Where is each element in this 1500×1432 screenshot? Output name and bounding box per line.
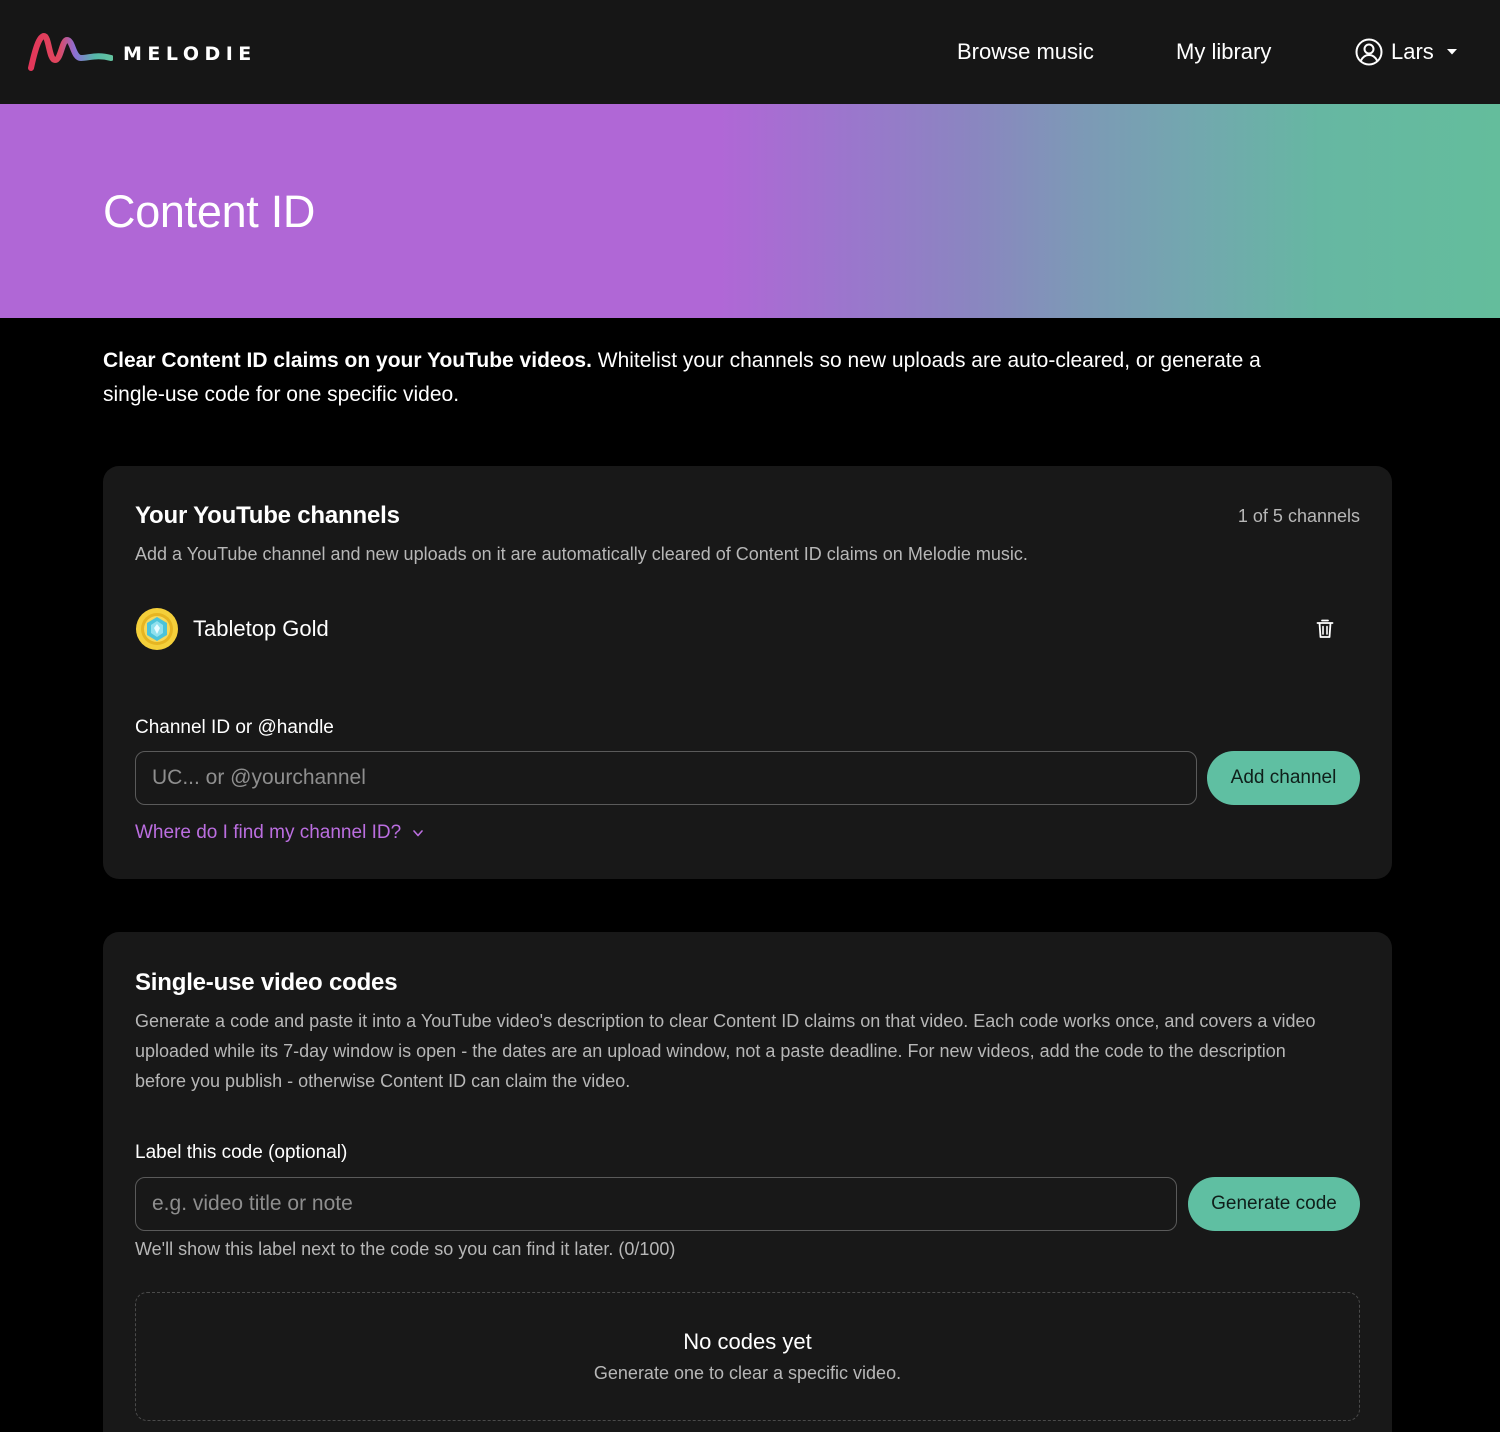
video-codes-card: Single-use video codes Generate a code a… <box>103 932 1392 1432</box>
caret-down-icon <box>1446 49 1457 55</box>
channel-id-label: Channel ID or @handle <box>135 717 334 738</box>
brand-name: MELODIE <box>123 42 257 65</box>
tabletop-gold-avatar-icon <box>136 608 178 650</box>
user-menu[interactable]: Lars <box>1355 36 1458 68</box>
generate-code-button[interactable]: Generate code <box>1188 1177 1360 1231</box>
melodie-logo-icon <box>28 33 113 71</box>
intro-strong: Clear Content ID claims on your YouTube … <box>103 349 592 372</box>
page-title: Content ID <box>103 186 316 237</box>
user-name: Lars <box>1391 39 1434 64</box>
intro-text: Clear Content ID claims on your YouTube … <box>103 344 1303 412</box>
top-nav: MELODIE Browse music My library Lars <box>0 0 1500 104</box>
channel-name: Tabletop Gold <box>193 616 329 641</box>
empty-state-subtitle: Generate one to clear a specific video. <box>593 1363 902 1383</box>
delete-channel-button[interactable] <box>1312 616 1338 642</box>
code-label-hint: We'll show this label next to the code s… <box>135 1239 676 1259</box>
code-label-label: Label this code (optional) <box>135 1142 348 1163</box>
hero-banner: Content ID <box>0 104 1500 318</box>
channels-description: Add a YouTube channel and new uploads on… <box>135 544 1028 564</box>
add-channel-button[interactable]: Add channel <box>1207 751 1360 805</box>
empty-state-title: No codes yet <box>683 1329 812 1354</box>
help-link-label: Where do I find my channel ID? <box>135 822 402 843</box>
trash-icon <box>1316 619 1334 638</box>
chevron-down-icon <box>413 829 423 836</box>
channels-title: Your YouTube channels <box>135 502 400 529</box>
channel-id-help-link[interactable]: Where do I find my channel ID? <box>135 822 423 844</box>
channel-count: 1 of 5 channels <box>1237 506 1360 526</box>
channel-id-input[interactable] <box>135 751 1197 805</box>
channel-list-item: Tabletop Gold <box>135 607 1360 651</box>
nav-browse-music[interactable]: Browse music <box>957 36 1094 68</box>
codes-empty-state: No codes yet Generate one to clear a spe… <box>135 1292 1360 1421</box>
user-account-icon <box>1355 38 1383 66</box>
codes-title: Single-use video codes <box>135 969 398 996</box>
codes-description: Generate a code and paste it into a YouT… <box>135 1011 1316 1091</box>
brand-logo[interactable]: MELODIE <box>27 30 257 74</box>
code-label-input[interactable] <box>135 1177 1177 1231</box>
youtube-channels-card: Your YouTube channels 1 of 5 channels Ad… <box>103 466 1392 879</box>
nav-my-library[interactable]: My library <box>1176 36 1271 68</box>
